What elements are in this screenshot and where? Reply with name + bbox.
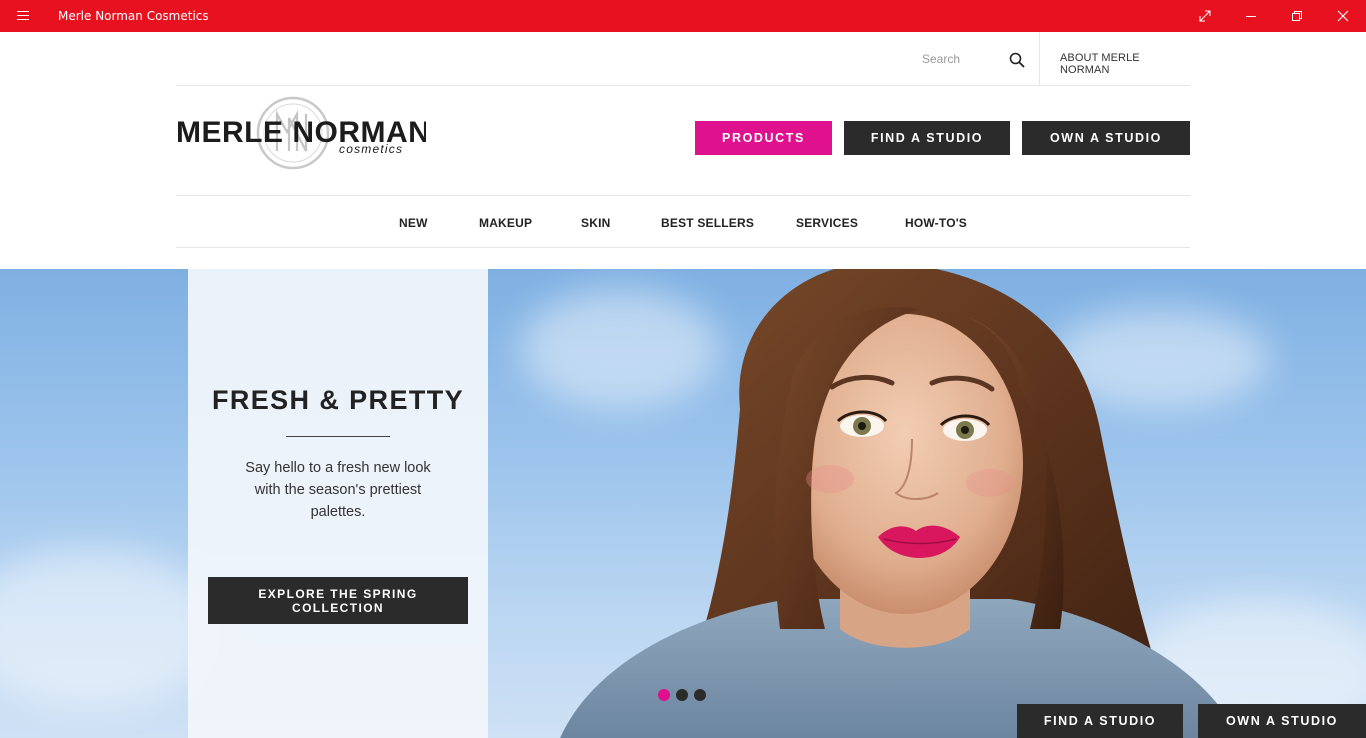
- carousel-dot-3[interactable]: [694, 689, 706, 701]
- nav-item-how-tos[interactable]: HOW-TO'S: [905, 216, 967, 230]
- close-icon[interactable]: [1320, 0, 1366, 32]
- carousel-dot-1[interactable]: [658, 689, 670, 701]
- find-a-studio-button[interactable]: FIND A STUDIO: [844, 121, 1010, 155]
- own-a-studio-button[interactable]: OWN A STUDIO: [1022, 121, 1190, 155]
- fullscreen-icon[interactable]: [1182, 0, 1228, 32]
- hero-divider: [286, 436, 390, 437]
- hero-banner: FRESH & PRETTY Say hello to a fresh new …: [0, 269, 1366, 738]
- window-title: Merle Norman Cosmetics: [58, 9, 209, 23]
- hamburger-menu-icon[interactable]: [10, 7, 36, 25]
- sticky-find-a-studio-button[interactable]: FIND A STUDIO: [1017, 704, 1183, 738]
- nav-item-new[interactable]: NEW: [399, 216, 428, 230]
- hero-description: Say hello to a fresh new look with the s…: [245, 460, 431, 520]
- divider: [1039, 32, 1040, 86]
- minimize-icon[interactable]: [1228, 0, 1274, 32]
- nav-item-makeup[interactable]: MAKEUP: [479, 216, 532, 230]
- carousel-dot-2[interactable]: [676, 689, 688, 701]
- merle-norman-logo[interactable]: MERLE NORMAN cosmetics: [176, 96, 426, 171]
- hero-content-card: FRESH & PRETTY Say hello to a fresh new …: [188, 269, 488, 738]
- hero-cloud: [0, 549, 220, 709]
- sticky-own-a-studio-button[interactable]: OWN A STUDIO: [1198, 704, 1366, 738]
- nav-item-skin[interactable]: SKIN: [581, 216, 610, 230]
- utility-bar: ABOUT MERLE NORMAN: [176, 32, 1190, 86]
- logo-tagline: cosmetics: [339, 142, 403, 156]
- about-link[interactable]: ABOUT MERLE NORMAN: [1060, 52, 1190, 76]
- nav-item-best-sellers[interactable]: BEST SELLERS: [661, 216, 754, 230]
- explore-spring-collection-button[interactable]: EXPLORE THE SPRING COLLECTION: [208, 577, 468, 624]
- hero-model-image: [560, 269, 1240, 738]
- title-bar: Merle Norman Cosmetics: [0, 0, 1366, 32]
- hero-title: FRESH & PRETTY: [211, 385, 465, 415]
- main-nav: NEW MAKEUP SKIN BEST SELLERS SERVICES HO…: [176, 195, 1190, 248]
- search-icon[interactable]: [1008, 51, 1026, 69]
- restore-icon[interactable]: [1274, 0, 1320, 32]
- products-button[interactable]: PRODUCTS: [695, 121, 832, 155]
- nav-item-services[interactable]: SERVICES: [796, 216, 858, 230]
- search-input[interactable]: [922, 48, 1002, 70]
